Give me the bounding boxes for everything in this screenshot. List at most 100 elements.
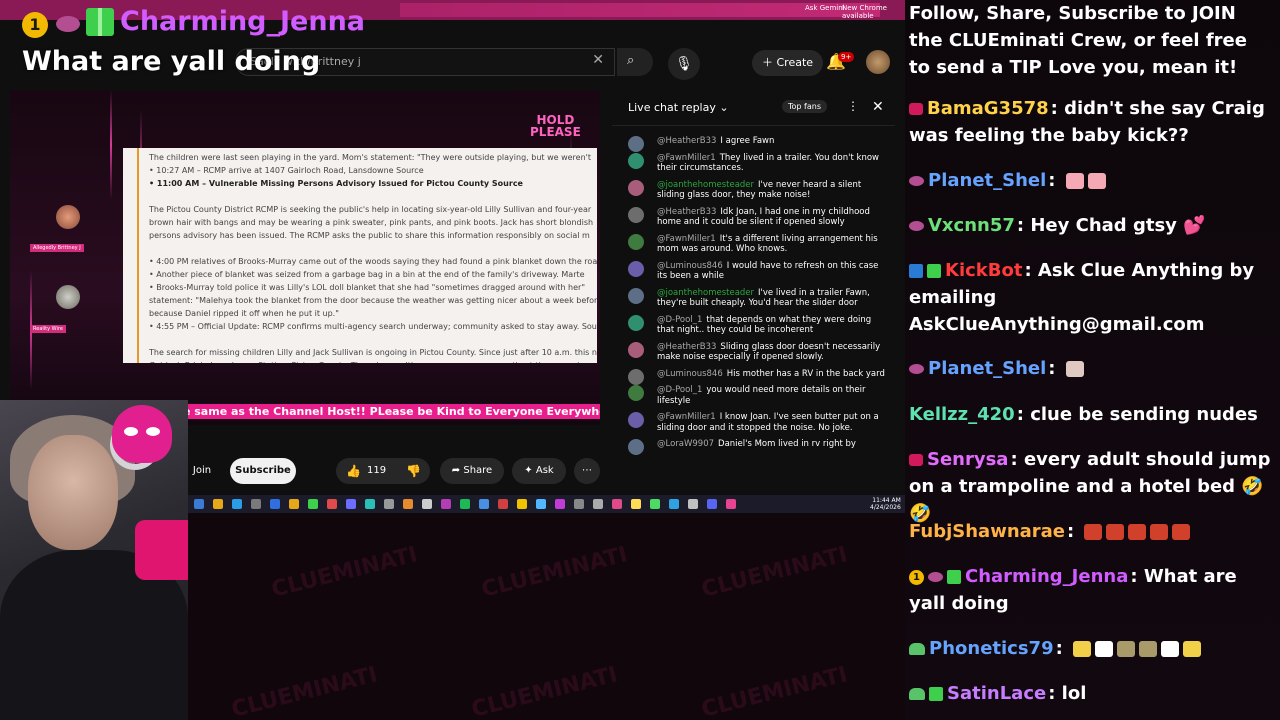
taskbar-app-icon[interactable]	[270, 499, 280, 509]
taskbar-app-icon[interactable]	[346, 499, 356, 509]
chat-author[interactable]: @Luminous846	[657, 261, 723, 271]
video-player[interactable]: HOLD PLEASE Allegedly Brittney J Reality…	[10, 90, 600, 425]
document-line: • Another piece of blanket was seized fr…	[149, 270, 585, 279]
chat-author[interactable]: @FawnMiller1	[657, 234, 716, 244]
taskbar-app-icon[interactable]	[251, 499, 261, 509]
gift-badge-icon	[927, 264, 941, 278]
document-line	[149, 334, 589, 345]
taskbar-app-icon[interactable]	[574, 499, 584, 509]
taskbar-app-icon[interactable]	[479, 499, 489, 509]
taskbar-clock[interactable]: 11:44 AM 4/24/2026	[870, 497, 901, 511]
streamer-face	[28, 435, 118, 550]
thumbs-up-icon[interactable]: 👍	[346, 458, 361, 484]
chat-menu-icon[interactable]: ⋮	[847, 99, 859, 113]
taskbar-app-icon[interactable]	[612, 499, 622, 509]
taskbar-app-icon[interactable]	[726, 499, 736, 509]
chat-author[interactable]: @D-Pool_1	[657, 315, 702, 325]
chat-avatar[interactable]	[628, 152, 644, 169]
create-button[interactable]: ＋ Create	[752, 50, 824, 76]
chat-avatar[interactable]	[628, 368, 644, 385]
taskbar-app-icon[interactable]	[194, 499, 204, 509]
chat-text: His mother has a RV in the back yard	[726, 368, 885, 379]
voice-search-icon[interactable]: 🎙	[668, 48, 700, 80]
chat-avatar[interactable]	[628, 136, 644, 152]
close-chat-icon[interactable]: ✕	[872, 99, 884, 115]
chat-avatar[interactable]	[628, 439, 644, 455]
chat-message: @LoraW9907 Daniel's Mom lived in rv right…	[612, 439, 895, 455]
taskbar-app-icon[interactable]	[213, 499, 223, 509]
overlay-username: BamaG3578	[927, 98, 1049, 119]
overlay-chat-line: Planet_Shel:	[909, 167, 1274, 194]
emote-icon	[1117, 641, 1136, 657]
ask-button[interactable]: ✦ Ask	[512, 458, 566, 484]
join-button[interactable]: Join	[188, 458, 216, 484]
taskbar-app-icon[interactable]	[707, 499, 717, 509]
chat-avatar[interactable]	[628, 233, 644, 250]
taskbar-app-icon[interactable]	[517, 499, 527, 509]
chat-avatar[interactable]	[628, 179, 644, 196]
taskbar-app-icon[interactable]	[384, 499, 394, 509]
share-button[interactable]: ➦ Share	[440, 458, 504, 484]
taskbar-app-icon[interactable]	[631, 499, 641, 509]
taskbar-app-icon[interactable]	[460, 499, 470, 509]
taskbar-app-icon[interactable]	[669, 499, 679, 509]
chat-avatar[interactable]	[628, 341, 644, 358]
overlay-username: Planet_Shel	[928, 170, 1047, 191]
chat-author[interactable]: @FawnMiller1	[657, 153, 716, 163]
taskbar-app-icon[interactable]	[650, 499, 660, 509]
chat-avatar[interactable]	[628, 314, 644, 331]
taskbar-app-icon[interactable]	[289, 499, 299, 509]
chat-author[interactable]: @HeatherB33	[657, 136, 716, 146]
account-avatar[interactable]	[866, 50, 890, 74]
more-actions-icon[interactable]: ⋯	[574, 458, 600, 484]
taskbar-app-icon[interactable]	[498, 499, 508, 509]
taskbar-app-icon[interactable]	[441, 499, 451, 509]
plus-icon: ＋	[762, 56, 777, 69]
taskbar-app-icon[interactable]	[403, 499, 413, 509]
overlay-chat-line: KickBot: Ask Clue Anything by emailing A…	[909, 257, 1274, 338]
search-button[interactable]: ⌕	[617, 48, 653, 76]
taskbar-app-icon[interactable]	[308, 499, 318, 509]
chat-author[interactable]: @Luminous846	[657, 369, 723, 379]
taskbar-app-icon[interactable]	[365, 499, 375, 509]
document-line: • 10:27 AM – RCMP arrive at 1407 Gairloc…	[149, 166, 424, 175]
chat-avatar[interactable]	[628, 260, 644, 277]
chat-avatar[interactable]	[628, 206, 644, 223]
taskbar-app-icon[interactable]	[555, 499, 565, 509]
chat-author[interactable]: @joanthehomesteader	[657, 180, 754, 190]
chat-avatar[interactable]	[628, 412, 644, 428]
subscribe-button[interactable]: Subscribe	[230, 458, 296, 484]
chat-text: I agree Fawn	[720, 136, 775, 146]
share-label: Share	[463, 465, 493, 476]
taskbar-app-icon[interactable]	[422, 499, 432, 509]
overlay-separator: :	[1010, 449, 1024, 470]
taskbar-app-icon[interactable]	[688, 499, 698, 509]
overlay-message: Follow, Share, Subscribe to JOIN the CLU…	[909, 3, 1247, 78]
chat-author[interactable]: @HeatherB33	[657, 342, 716, 352]
ask-gemini-button[interactable]: Ask Gemini	[805, 4, 845, 12]
chat-author[interactable]: @joanthehomesteader	[657, 288, 754, 298]
taskbar-app-icon[interactable]	[232, 499, 242, 509]
light-streak	[110, 90, 112, 200]
overlay-chat-line: SatinLace: lol	[909, 680, 1274, 707]
taskbar-app-icon[interactable]	[536, 499, 546, 509]
overlay-chat-line: Senrysa: every adult should jump on a tr…	[909, 446, 1274, 527]
chat-author[interactable]: @HeatherB33	[657, 207, 716, 217]
chat-author[interactable]: @D-Pool_1	[657, 385, 702, 395]
overlay-separator: :	[1130, 566, 1144, 587]
thumbs-down-icon[interactable]: 👎	[406, 458, 421, 484]
chat-author[interactable]: @FawnMiller1	[657, 412, 716, 422]
host-avatar	[56, 285, 80, 309]
document-line: • Brooks-Murray told police it was Lilly…	[149, 283, 586, 292]
taskbar-app-icon[interactable]	[327, 499, 337, 509]
chat-avatar[interactable]	[628, 385, 644, 401]
overlay-separator: :	[1016, 404, 1031, 425]
clear-search-icon[interactable]: ✕	[592, 52, 604, 68]
overlay-username: FubjShawnarae	[909, 521, 1066, 542]
taskbar-app-icon[interactable]	[593, 499, 603, 509]
top-fans-button[interactable]: Top fans	[782, 100, 827, 113]
new-chrome-notice[interactable]: New Chrome available	[842, 4, 905, 20]
chat-avatar[interactable]	[628, 287, 644, 304]
live-chat-title[interactable]: Live chat replay ⌄	[628, 101, 729, 114]
chat-author[interactable]: @LoraW9907	[657, 439, 714, 449]
